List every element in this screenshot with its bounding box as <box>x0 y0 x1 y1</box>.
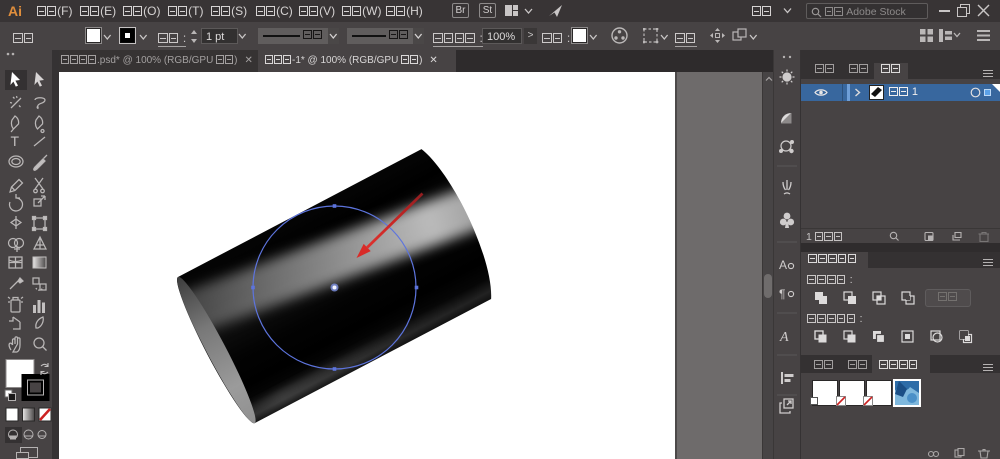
svg-text:T: T <box>11 133 20 149</box>
svg-text:A: A <box>779 258 787 272</box>
svg-text:A: A <box>779 330 789 345</box>
svg-text:¶: ¶ <box>779 287 785 301</box>
